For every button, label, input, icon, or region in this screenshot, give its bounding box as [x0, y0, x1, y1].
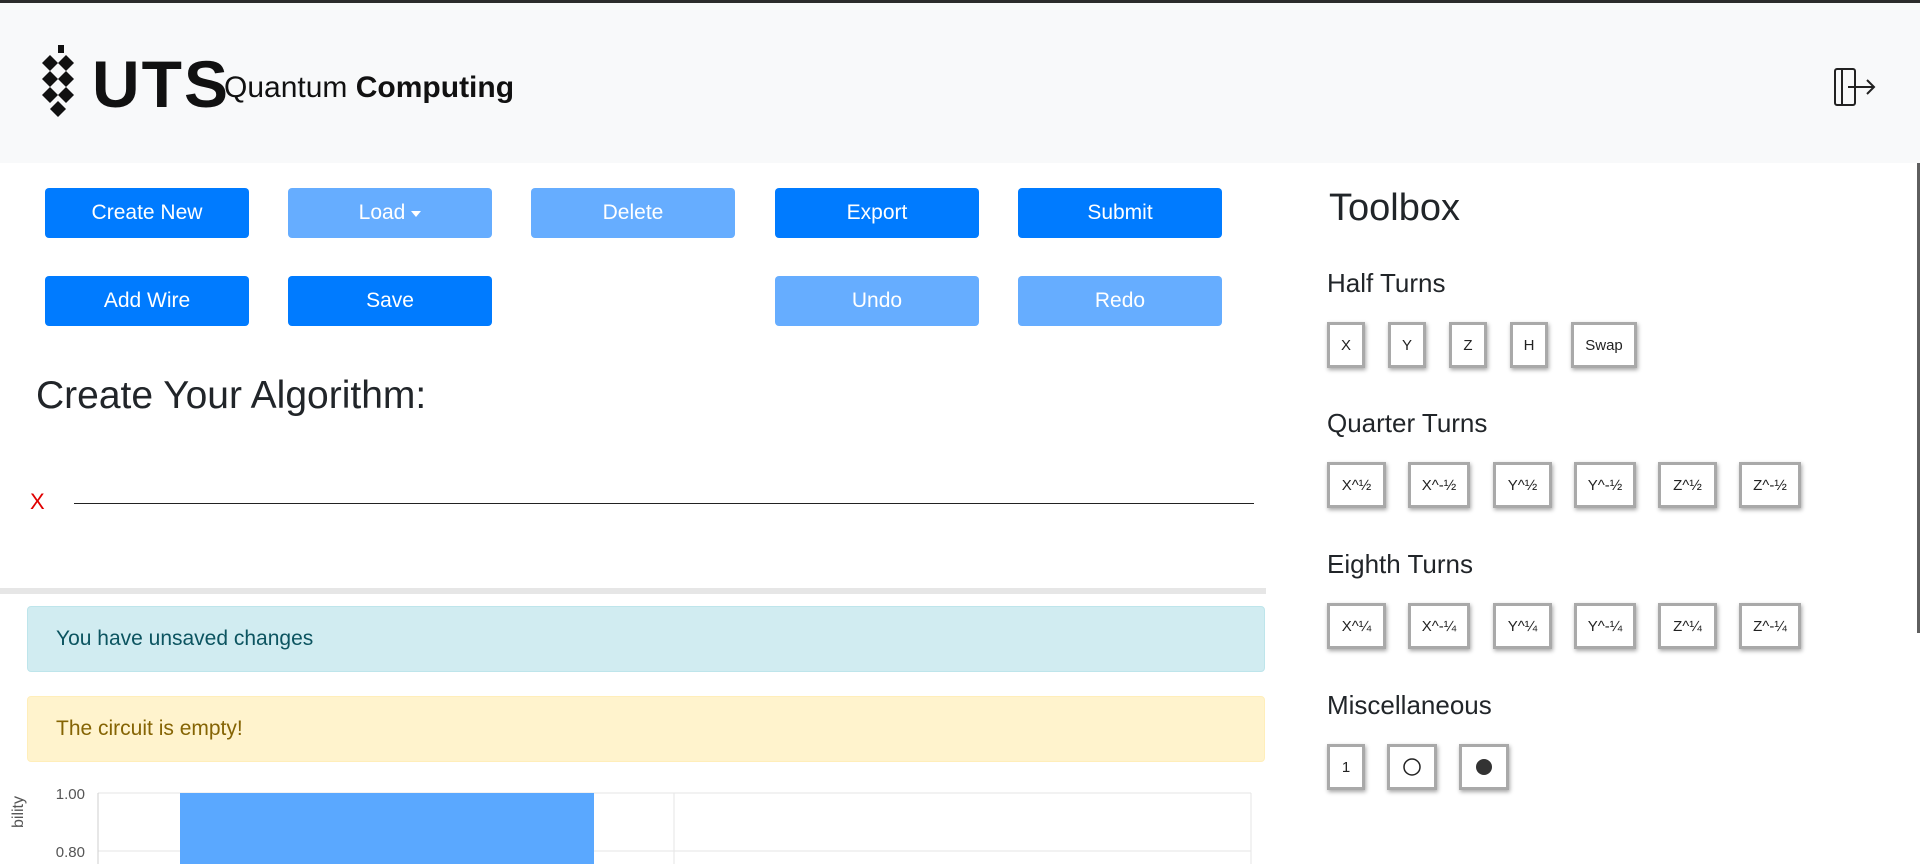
section-title-half-turns: Half Turns [1327, 268, 1446, 298]
gate-anti-control[interactable] [1387, 744, 1437, 790]
undo-button[interactable]: Undo [775, 276, 979, 326]
gate-swap[interactable]: Swap [1571, 322, 1637, 368]
gate-z-quarter[interactable]: Z^¼ [1658, 603, 1717, 649]
create-new-button[interactable]: Create New [45, 188, 249, 238]
gate-x-neg-half[interactable]: X^-½ [1408, 462, 1470, 508]
gate-y-quarter[interactable]: Y^¼ [1493, 603, 1552, 649]
add-wire-button[interactable]: Add Wire [45, 276, 249, 326]
gate-control[interactable] [1459, 744, 1509, 790]
section-title-quarter-turns: Quarter Turns [1327, 408, 1488, 438]
redo-button[interactable]: Redo [1018, 276, 1222, 326]
unsaved-changes-alert: You have unsaved changes [27, 606, 1265, 672]
brand-regular-text: Quantum [224, 71, 348, 104]
load-dropdown-button[interactable]: Load [288, 188, 492, 238]
probability-chart: 1.00 0.80 [56, 786, 1252, 864]
gate-x-half[interactable]: X^½ [1327, 462, 1386, 508]
brand-bold-text: Computing [355, 71, 515, 104]
save-button[interactable]: Save [288, 276, 492, 326]
circuit-wire[interactable] [74, 503, 1254, 504]
gate-z-neg-half[interactable]: Z^-½ [1739, 462, 1801, 508]
filled-circle-icon [1476, 759, 1492, 775]
gate-x-neg-quarter[interactable]: X^-¼ [1408, 603, 1470, 649]
gate-z-half[interactable]: Z^½ [1658, 462, 1717, 508]
y-tick-label: 1.00 [56, 786, 85, 803]
gate-identity[interactable]: 1 [1327, 744, 1365, 790]
caret-down-icon [411, 211, 422, 217]
section-title-miscellaneous: Miscellaneous [1327, 690, 1492, 720]
load-button-label: Load [358, 201, 406, 224]
wire-label[interactable]: X [30, 489, 45, 515]
section-title-eighth-turns: Eighth Turns [1327, 549, 1473, 579]
editor-title: Create Your Algorithm: [36, 374, 427, 417]
open-circle-icon [1403, 758, 1421, 776]
gate-x[interactable]: X [1327, 322, 1365, 368]
app-header: UTS Quantum Computing [0, 3, 1920, 163]
logo-wordmark: UTS [92, 47, 230, 121]
logout-icon[interactable] [1830, 63, 1878, 111]
gate-y[interactable]: Y [1388, 322, 1426, 368]
y-tick-label: 0.80 [56, 844, 85, 861]
empty-circuit-alert: The circuit is empty! [27, 696, 1265, 762]
app-brand: Quantum Computing [224, 71, 514, 105]
submit-button[interactable]: Submit [1018, 188, 1222, 238]
gate-h[interactable]: H [1510, 322, 1548, 368]
gate-z[interactable]: Z [1449, 322, 1487, 368]
export-button[interactable]: Export [775, 188, 979, 238]
gate-z-neg-quarter[interactable]: Z^-¼ [1739, 603, 1801, 649]
delete-button[interactable]: Delete [531, 188, 735, 238]
chart-bar [180, 793, 594, 864]
editor-divider [0, 588, 1266, 594]
toolbox-title: Toolbox [1329, 187, 1460, 229]
gate-y-neg-half[interactable]: Y^-½ [1574, 462, 1636, 508]
gate-y-neg-quarter[interactable]: Y^-¼ [1574, 603, 1636, 649]
gate-x-quarter[interactable]: X^¼ [1327, 603, 1386, 649]
gate-y-half[interactable]: Y^½ [1493, 462, 1552, 508]
